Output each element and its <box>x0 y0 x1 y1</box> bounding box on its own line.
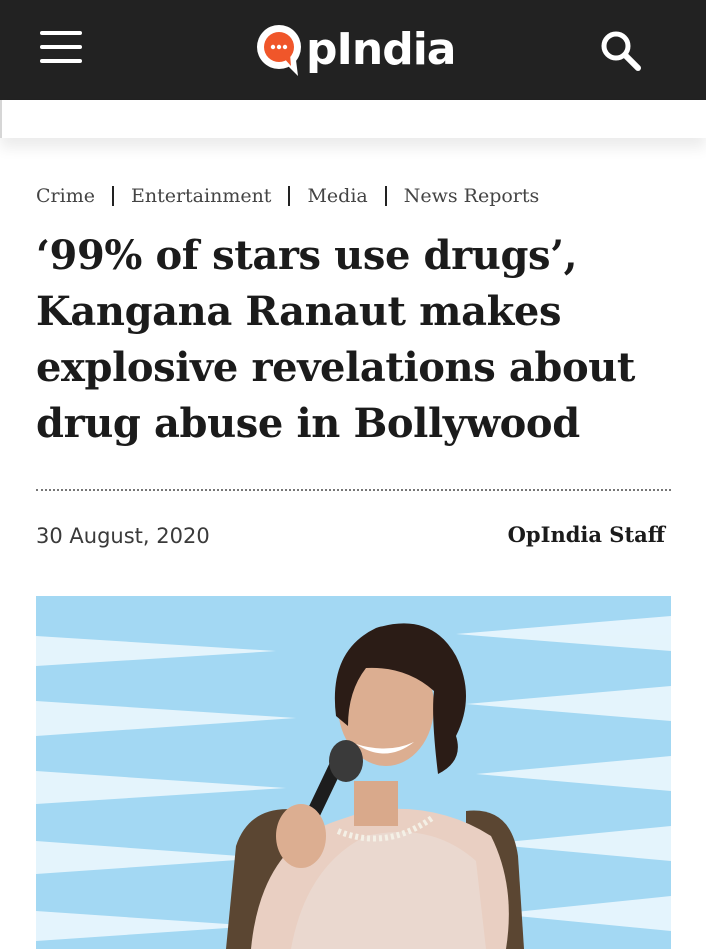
breadcrumb-crime[interactable]: Crime <box>36 185 95 207</box>
breadcrumb-separator <box>111 186 114 206</box>
article-title: ‘99% of stars use drugs’, Kangana Ranaut… <box>36 232 636 447</box>
breadcrumb-separator <box>384 186 387 206</box>
sub-header-bar <box>0 100 706 138</box>
logo-bubble-icon <box>257 25 301 76</box>
logo-text: pIndia <box>306 24 456 75</box>
title-divider <box>36 489 671 491</box>
site-header: pIndia <box>0 0 706 100</box>
site-logo[interactable]: pIndia <box>254 20 456 80</box>
breadcrumb-media[interactable]: Media <box>307 185 367 207</box>
featured-photo-illustration <box>36 596 671 949</box>
breadcrumb-separator <box>288 186 291 206</box>
featured-image[interactable] <box>36 596 671 949</box>
breadcrumb-entertainment[interactable]: Entertainment <box>131 185 271 207</box>
author-link[interactable]: OpIndia Staff <box>508 522 665 547</box>
search-icon[interactable] <box>598 28 644 74</box>
publish-date: 30 August, 2020 <box>36 524 210 548</box>
menu-icon[interactable] <box>40 31 82 63</box>
breadcrumb: Crime Entertainment Media News Reports <box>36 181 539 211</box>
breadcrumb-news-reports[interactable]: News Reports <box>404 185 540 207</box>
